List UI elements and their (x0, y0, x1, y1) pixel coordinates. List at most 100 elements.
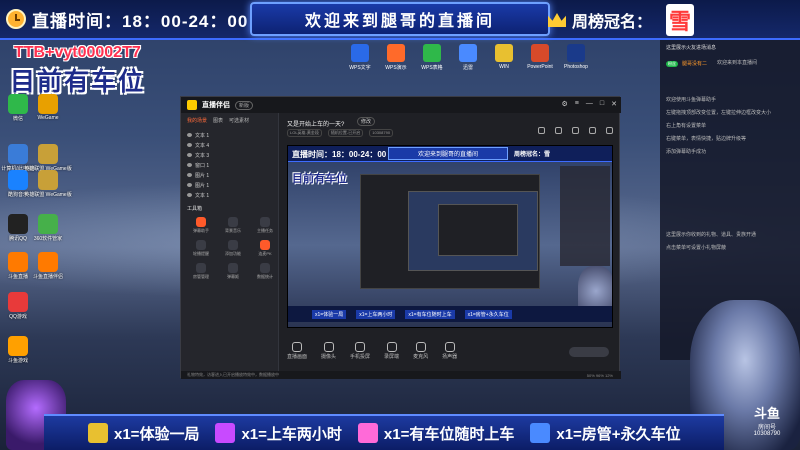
eye-icon[interactable] (187, 163, 192, 167)
toolbox-item[interactable]: 房管管理 (187, 263, 215, 280)
toolbox-item[interactable]: 弹幕助手 (187, 217, 215, 234)
room-category[interactable]: LOL英雄-黄金段 (287, 129, 322, 137)
desktop-icon[interactable]: 腾讯QQ (4, 214, 32, 242)
desktop-icon-label: QQ游戏 (9, 314, 27, 320)
source-label: 文本 3 (195, 152, 210, 159)
desktop-icon[interactable]: 斗鱼直播 (4, 252, 32, 280)
app-icon (531, 44, 549, 62)
room-number-label: 房间号 (757, 425, 776, 431)
desktop-icon[interactable]: WeGame (34, 94, 62, 121)
layout-icon[interactable] (606, 127, 613, 134)
app-icon (387, 44, 405, 62)
desktop-icon[interactable]: WPS文字 (348, 44, 372, 71)
app-icon (8, 336, 28, 356)
source-item[interactable]: 文本 4 (185, 140, 274, 150)
stream-control[interactable]: 麦克风 (413, 342, 428, 360)
desktop-icon[interactable]: WPS表格 (420, 44, 444, 71)
lock-icon[interactable] (538, 127, 545, 134)
desktop-icon-label: Photoshop (564, 64, 588, 70)
eye-icon[interactable] (187, 193, 192, 197)
desktop-icon-label: WPS文字 (349, 65, 371, 71)
desktop-icon[interactable]: QQ游戏 (4, 292, 32, 320)
toolbox-item[interactable]: 轮播提醒 (187, 240, 215, 257)
entry-message-header: 这里展示火友进场消息 (666, 45, 717, 51)
stream-control[interactable]: 手机投屏 (350, 342, 370, 360)
room-setting[interactable]: 随机位置-已开启 (327, 129, 364, 137)
tab-scenes[interactable]: 我的场景 (187, 117, 207, 124)
folder-icon[interactable] (555, 127, 562, 134)
minimize-icon[interactable]: — (586, 100, 593, 108)
gift-icon (530, 423, 551, 443)
toolbox-item[interactable]: 背景音乐 (219, 217, 247, 234)
room-meta: LOL英雄-黄金段 随机位置-已开启 10308790 (287, 129, 394, 137)
alarm-clock-icon (6, 9, 26, 29)
stream-control[interactable]: 直播画面 (287, 342, 307, 360)
app-version-badge[interactable]: 新版 (235, 100, 254, 110)
desktop-icon[interactable]: 英雄联盟 WeGame版 (24, 144, 72, 172)
toolbox-item[interactable]: 弹幕姬 (219, 263, 247, 280)
desktop-icon[interactable]: 英雄联盟 WeGame版 (24, 170, 72, 198)
app-header-tools (538, 127, 613, 134)
desktop-icon[interactable]: 斗鱼游戏 (4, 336, 32, 364)
source-item[interactable]: 文本 1 (185, 130, 274, 140)
desktop-icon-label: 斗鱼直播伴侣 (33, 274, 64, 280)
source-item[interactable]: 文本 3 (185, 150, 274, 160)
eye-icon[interactable] (187, 183, 192, 187)
start-live-button[interactable] (569, 347, 609, 357)
preview-welcome: 欢迎来到腿哥的直播间 (388, 147, 508, 160)
eye-icon[interactable] (187, 133, 192, 137)
reward-text: x1=体验一局 (114, 425, 200, 443)
source-item[interactable]: 窗口 1 (185, 160, 274, 170)
source-item[interactable]: 文本 1 (185, 190, 274, 200)
qq-group-line: TTB+vyt00002T7 (14, 44, 141, 61)
desktop-icon[interactable]: 360软件管家 (34, 214, 62, 242)
help-line: 欢迎使用斗鱼弹幕助手 (666, 97, 717, 103)
toolbox-item[interactable]: 连麦PK (251, 240, 279, 257)
gift-icon (357, 423, 378, 443)
tab-materials[interactable]: 可选素材 (229, 117, 249, 124)
source-label: 文本 1 (195, 192, 210, 199)
desktop-icon-label: 腾讯QQ (9, 236, 27, 242)
preview-rank: 周榜冠名：雪 (514, 152, 551, 158)
eye-icon[interactable] (187, 173, 192, 177)
source-item[interactable]: 图片 1 (185, 170, 274, 180)
share-icon[interactable] (572, 127, 579, 134)
stream-control[interactable]: 摄像头 (321, 342, 336, 360)
toolbox-item[interactable]: 主播任务 (251, 217, 279, 234)
desktop-icon[interactable]: PowerPoint (527, 44, 553, 71)
desktop-icon[interactable]: Photoshop (564, 44, 588, 71)
edit-room-button[interactable]: 修改 (357, 117, 376, 126)
room-number: 10308790 (753, 431, 781, 437)
settings-icon[interactable]: ⚙ (562, 100, 568, 108)
desktop-icon[interactable]: WPS演示 (384, 44, 408, 71)
tool-icon (260, 240, 270, 250)
gift-message-list: 这里展示你收到的礼物、道具、贵族开通 点击菜单可设置小礼物屏蔽 (660, 229, 800, 255)
eye-icon[interactable] (187, 153, 192, 157)
control-label: 扬声器 (442, 354, 458, 360)
desktop-icon-label: 英雄联盟 WeGame版 (24, 192, 72, 198)
desktop-icon[interactable]: 迅雷 (456, 44, 480, 71)
close-icon[interactable]: ✕ (611, 100, 617, 108)
menu-icon[interactable]: ≡ (575, 100, 579, 108)
stream-control[interactable]: 录屏端 (384, 342, 399, 360)
source-item[interactable]: 图片 1 (185, 180, 274, 190)
stream-control[interactable]: 扬声器 (442, 342, 457, 360)
app-icon (38, 214, 58, 234)
toolbox-item[interactable]: 添加功能 (219, 240, 247, 257)
room-title[interactable]: 又是开始上车的一天? (287, 119, 344, 128)
desktop-icon[interactable]: 微信 (4, 94, 32, 122)
help-line: 左键拖拽顶部改变位置，左键拉伸边框改变大小 (666, 110, 772, 116)
app-logo-icon (187, 100, 197, 110)
app-icon (567, 44, 585, 62)
douyu-logo: 斗鱼 (753, 406, 780, 421)
desktop-icon[interactable]: 斗鱼直播伴侣 (33, 252, 64, 280)
bell-icon[interactable] (589, 127, 596, 134)
app-status-bar: 礼物特效，访客进入已开启播放特效中，数据播放中 50% 96% 12% (181, 371, 621, 379)
desktop-icon[interactable]: WIN (492, 44, 516, 71)
eye-icon[interactable] (187, 143, 192, 147)
stream-preview[interactable]: 直播时间：18：00-24：00 欢迎来到腿哥的直播间 周榜冠名：雪 目前有车位… (287, 145, 613, 328)
toolbox-item[interactable]: 数据统计 (251, 263, 279, 280)
maximize-icon[interactable]: □ (600, 100, 604, 108)
tab-charts[interactable]: 图表 (213, 117, 223, 124)
desktop-icon-label: 斗鱼直播 (7, 274, 28, 280)
